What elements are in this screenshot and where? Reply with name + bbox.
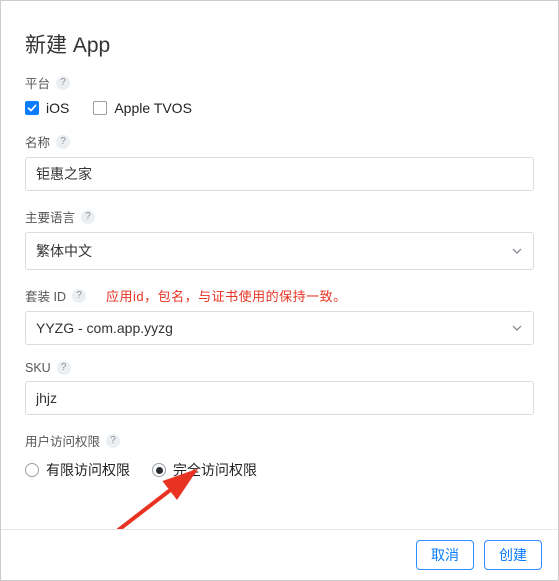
access-label: 用户访问权限 (25, 431, 100, 450)
language-select[interactable]: 繁体中文 (25, 232, 534, 270)
bundle-select[interactable]: YYZG - com.app.yyzg (25, 311, 534, 345)
language-field: 主要语言 ? 繁体中文 (25, 207, 534, 270)
chevron-down-icon (511, 322, 523, 334)
radio-full-label: 完全访问权限 (173, 460, 257, 480)
help-icon[interactable]: ? (106, 434, 120, 448)
checkbox-tvos[interactable]: Apple TVOS (93, 100, 192, 116)
sku-label: SKU (25, 361, 51, 375)
bundle-field: 套装 ID ? 应用id，包名，与证书使用的保持一致。 YYZG - com.a… (25, 286, 534, 345)
help-icon[interactable]: ? (57, 361, 71, 375)
checkbox-icon (93, 101, 107, 115)
checkbox-ios[interactable]: iOS (25, 100, 69, 116)
checkbox-ios-label: iOS (46, 100, 69, 116)
radio-limited-label: 有限访问权限 (46, 460, 130, 480)
help-icon[interactable]: ? (56, 76, 70, 90)
bundle-label: 套装 ID (25, 286, 66, 305)
radio-limited-access[interactable]: 有限访问权限 (25, 460, 130, 480)
language-value: 繁体中文 (36, 241, 92, 261)
help-icon[interactable]: ? (56, 135, 70, 149)
cancel-button[interactable]: 取消 (416, 540, 474, 570)
access-field: 用户访问权限 ? 有限访问权限 完全访问权限 (25, 431, 534, 480)
name-label: 名称 (25, 132, 50, 151)
radio-icon (152, 463, 166, 477)
checkbox-icon (25, 101, 39, 115)
radio-full-access[interactable]: 完全访问权限 (152, 460, 257, 480)
sku-field: SKU ? (25, 361, 534, 415)
create-button[interactable]: 创建 (484, 540, 542, 570)
help-icon[interactable]: ? (81, 210, 95, 224)
chevron-down-icon (511, 245, 523, 257)
dialog-title: 新建 App (25, 29, 534, 59)
name-input[interactable] (25, 157, 534, 191)
language-label: 主要语言 (25, 207, 75, 226)
platform-label: 平台 (25, 73, 50, 92)
dialog-footer: 取消 创建 (1, 529, 558, 580)
bundle-value: YYZG - com.app.yyzg (36, 320, 173, 336)
radio-icon (25, 463, 39, 477)
sku-input[interactable] (25, 381, 534, 415)
platform-field: 平台 ? iOS Apple TVOS (25, 73, 534, 116)
name-field: 名称 ? (25, 132, 534, 191)
help-icon[interactable]: ? (72, 289, 86, 303)
bundle-annotation: 应用id，包名，与证书使用的保持一致。 (106, 286, 347, 305)
checkbox-tvos-label: Apple TVOS (114, 100, 192, 116)
